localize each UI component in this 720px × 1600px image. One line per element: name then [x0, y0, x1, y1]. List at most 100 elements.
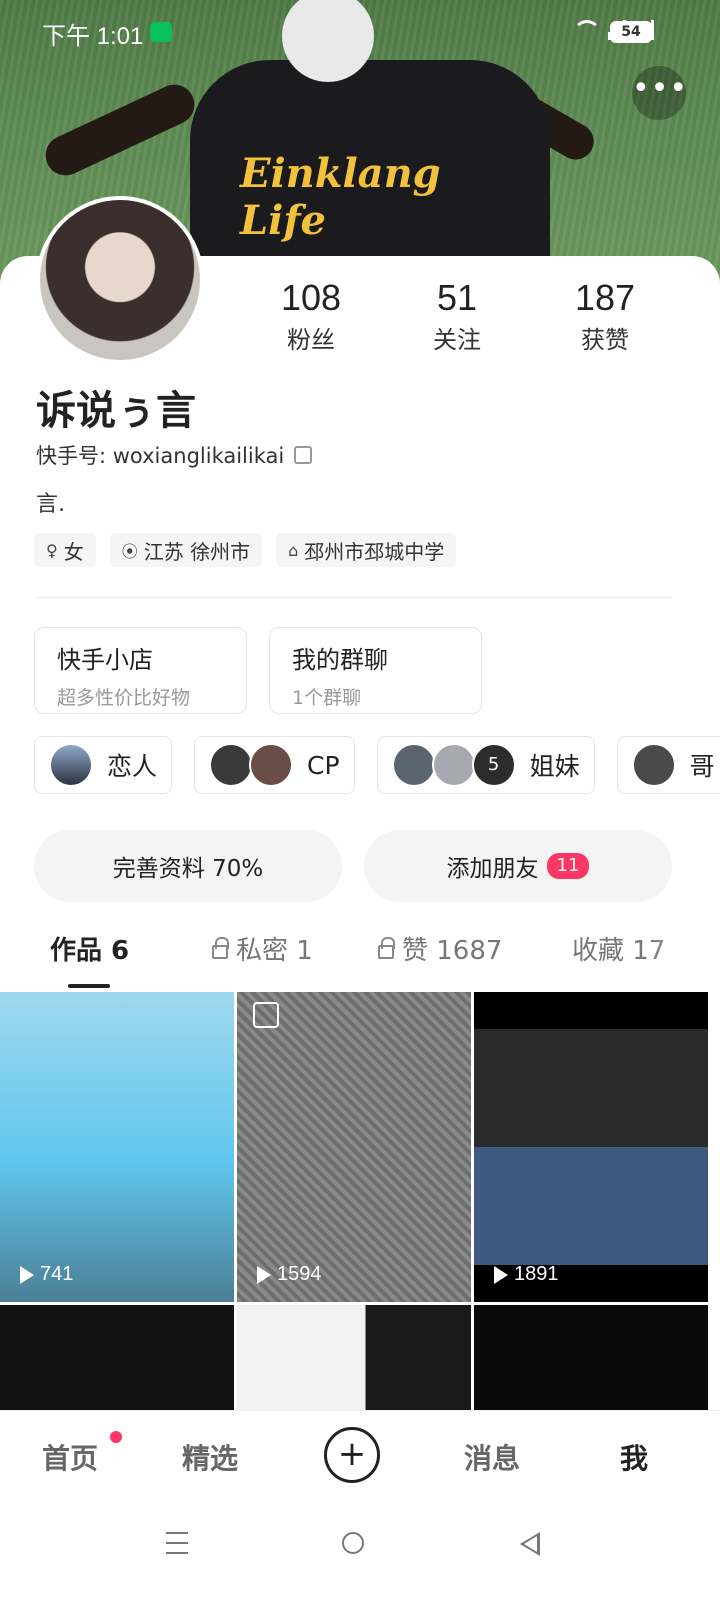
- avatar: [391, 743, 436, 787]
- tab-liked[interactable]: 赞 1687: [378, 930, 502, 967]
- avatar: [431, 743, 476, 787]
- nav-home[interactable]: 首页: [42, 1437, 98, 1477]
- view-count: 741: [20, 1263, 73, 1286]
- status-bar: 下午 1:01 54: [0, 0, 720, 64]
- group-chat-card-subtitle: 1个群聊: [292, 687, 362, 709]
- avatar: [631, 743, 676, 787]
- work-item[interactable]: 1594: [237, 992, 471, 1302]
- wechat-icon: [150, 22, 172, 42]
- shop-card[interactable]: 快手小店 超多性价比好物: [34, 627, 247, 714]
- bottom-nav: 首页 精选 + 消息 我: [0, 1410, 720, 1510]
- complete-profile-button[interactable]: 完善资料 70%: [34, 830, 342, 902]
- back-button[interactable]: [520, 1532, 540, 1556]
- female-icon: ♀: [46, 540, 58, 560]
- tab-private-label: 私密 1: [236, 936, 313, 966]
- relation-chip-label: 恋人: [107, 752, 158, 781]
- nav-featured[interactable]: 精选: [182, 1437, 238, 1477]
- profile-bio: 言.: [36, 492, 65, 517]
- shop-card-subtitle: 超多性价比好物: [57, 687, 191, 709]
- profile-name: 诉说ぅ言: [36, 388, 196, 434]
- work-item[interactable]: 741: [0, 992, 234, 1302]
- feature-cards: 快手小店 超多性价比好物 我的群聊 1个群聊: [34, 627, 482, 714]
- tag-gender-text: 女: [63, 539, 84, 564]
- kuaishou-id-text: 快手号: woxianglikailikai: [36, 444, 285, 468]
- add-friend-button[interactable]: 添加朋友 11: [364, 830, 672, 902]
- view-count-text: 741: [40, 1263, 74, 1285]
- content-tabs: 作品 6 私密 1 赞 1687 收藏 17: [0, 930, 720, 990]
- image-icon: [253, 1002, 279, 1028]
- view-count-text: 1594: [277, 1263, 322, 1285]
- profile-actions: 完善资料 70% 添加朋友 11: [34, 830, 672, 902]
- works-grid: 741 1594 1891: [0, 992, 720, 1412]
- tag-gender: ♀ 女: [34, 533, 96, 567]
- wifi-icon: [572, 18, 601, 40]
- tab-works[interactable]: 作品 6: [50, 930, 129, 967]
- view-count: 1891: [494, 1263, 559, 1286]
- profile-tags: ♀ 女 ⦿ 江苏 徐州市 ⌂ 邳州市邳城中学: [34, 533, 457, 567]
- work-item[interactable]: 1891: [474, 992, 708, 1302]
- stat-followers[interactable]: 108 粉丝: [241, 278, 381, 355]
- relation-chip-brother[interactable]: 哥: [616, 736, 720, 794]
- group-chat-card-title: 我的群聊: [292, 646, 388, 674]
- avatar: [49, 743, 93, 787]
- tag-location-text: 江苏 徐州市: [143, 539, 251, 564]
- stat-likes-label: 获赞: [581, 326, 629, 354]
- more-count-badge: 5: [471, 743, 516, 787]
- stat-likes[interactable]: 187 获赞: [535, 278, 675, 355]
- school-icon: ⌂: [288, 540, 299, 560]
- cover-shirt-print: Einklang Life: [240, 150, 441, 244]
- profile-stats: 108 粉丝 51 关注 187 获赞: [0, 278, 720, 358]
- tag-location: ⦿ 江苏 徐州市: [109, 533, 263, 567]
- complete-profile-label: 完善资料 70%: [112, 856, 264, 882]
- active-tab-indicator: [68, 984, 110, 988]
- stat-following[interactable]: 51 关注: [387, 278, 527, 355]
- create-post-button[interactable]: +: [324, 1427, 380, 1483]
- relation-chip-cp[interactable]: CP: [194, 736, 355, 794]
- tag-school-text: 邳州市邳城中学: [304, 539, 445, 564]
- nav-me[interactable]: 我: [620, 1437, 648, 1477]
- lock-icon: [378, 936, 395, 959]
- tabs-fade: [650, 928, 720, 984]
- relation-chip-label: CP: [307, 750, 340, 780]
- tag-school: ⌂ 邳州市邳城中学: [276, 533, 457, 567]
- recent-apps-button[interactable]: [166, 1532, 188, 1554]
- kuaishou-id[interactable]: 快手号: woxianglikailikai: [36, 440, 313, 470]
- location-icon: ⦿: [121, 542, 138, 561]
- battery-icon: 54: [610, 21, 652, 43]
- tab-works-label: 作品 6: [50, 936, 130, 966]
- relation-chip-label: 哥: [689, 752, 715, 781]
- relation-chip-sisters[interactable]: 5 姐妹: [376, 736, 595, 794]
- more-options-button[interactable]: •••: [632, 66, 687, 120]
- qr-code-icon[interactable]: [294, 446, 313, 464]
- section-divider: [36, 597, 672, 598]
- notification-dot: [110, 1431, 122, 1443]
- play-icon: [257, 1265, 271, 1284]
- group-chat-card[interactable]: 我的群聊 1个群聊: [269, 627, 482, 714]
- tab-liked-label: 赞 1687: [402, 936, 503, 966]
- play-icon: [494, 1265, 508, 1284]
- work-item[interactable]: [0, 1305, 234, 1412]
- tab-private[interactable]: 私密 1: [212, 930, 313, 967]
- view-count: 1594: [257, 1263, 322, 1286]
- add-friend-label: 添加朋友: [446, 856, 539, 882]
- stat-following-label: 关注: [433, 326, 481, 354]
- relation-chip-label: 姐妹: [529, 752, 580, 781]
- stat-followers-value: 108: [280, 277, 342, 318]
- status-time: 下午 1:01: [42, 23, 144, 50]
- system-nav-bar: [0, 1510, 720, 1600]
- add-friend-badge: 11: [546, 853, 590, 879]
- relation-chips: 恋人 CP 5 姐妹 哥: [34, 736, 720, 796]
- view-count-text: 1891: [514, 1263, 559, 1285]
- stat-likes-value: 187: [574, 277, 636, 318]
- nav-messages[interactable]: 消息: [464, 1437, 520, 1477]
- shop-card-title: 快手小店: [57, 646, 153, 674]
- work-item[interactable]: [474, 1305, 708, 1412]
- work-item[interactable]: [237, 1305, 471, 1412]
- home-button[interactable]: [342, 1532, 364, 1554]
- play-icon: [20, 1265, 34, 1284]
- stat-followers-label: 粉丝: [287, 326, 335, 354]
- avatar: [209, 743, 254, 787]
- stat-following-value: 51: [436, 277, 478, 318]
- relation-chip-lover[interactable]: 恋人: [34, 736, 173, 794]
- lock-icon: [212, 936, 229, 959]
